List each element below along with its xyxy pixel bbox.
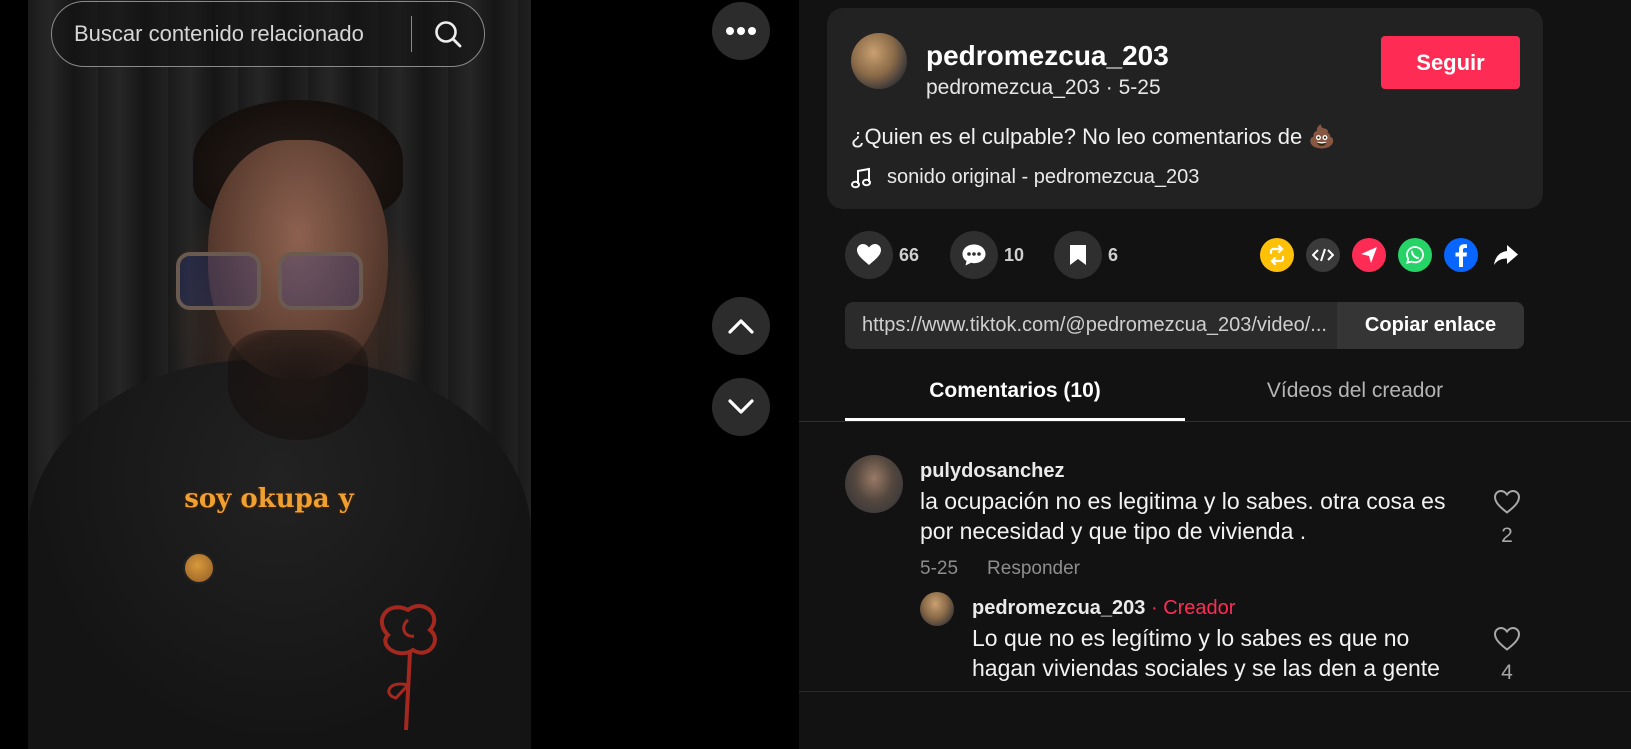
share-arrow-icon[interactable] — [1489, 238, 1523, 272]
tab-comments[interactable]: Comentarios (10) — [845, 365, 1185, 421]
save-button[interactable] — [1054, 231, 1102, 279]
search-bar — [51, 1, 485, 67]
details-panel: pedromezcua_203 pedromezcua_203 · 5-25 S… — [799, 0, 1631, 749]
avatar[interactable] — [920, 592, 954, 626]
music-title: sonido original - pedromezcua_203 — [887, 166, 1200, 188]
search-input[interactable] — [52, 2, 411, 66]
like-count: 66 — [899, 244, 920, 265]
creator-avatar[interactable] — [851, 33, 907, 89]
previous-video-button[interactable] — [712, 297, 770, 355]
comment-text-line: por necesidad y que tipo de vivienda . — [920, 518, 1307, 544]
video-caption-text: soy okupa y — [184, 484, 354, 514]
next-video-button[interactable] — [712, 378, 770, 436]
save-count: 6 — [1108, 244, 1119, 265]
creator-username[interactable]: pedromezcua_203 — [926, 40, 1169, 72]
share-link-row: https://www.tiktok.com/@pedromezcua_203/… — [845, 302, 1524, 349]
reply-button[interactable]: Responder — [987, 558, 1080, 580]
heart-outline-icon — [1493, 489, 1521, 514]
panel-tabs: Comentarios (10) Vídeos del creador — [799, 365, 1631, 422]
comment-meta: 5-25 Responder — [920, 558, 1080, 580]
repost-icon[interactable] — [1260, 238, 1294, 272]
chevron-up-icon — [728, 319, 754, 334]
video-frame[interactable]: soy okupa y — [28, 0, 531, 749]
comment-like-count: 4 — [1501, 661, 1513, 684]
like-button[interactable] — [845, 231, 893, 279]
heart-icon — [857, 244, 881, 265]
post-description: ¿Quien es el culpable? No leo comentario… — [851, 124, 1336, 149]
video-person-glasses-left — [176, 252, 261, 310]
comment-username[interactable]: pulydosanchez — [920, 460, 1064, 483]
video-person-glasses-right — [278, 252, 363, 310]
search-icon — [435, 21, 462, 48]
creator-card: pedromezcua_203 pedromezcua_203 · 5-25 S… — [827, 8, 1543, 209]
comment-text-line: Lo que no es legítimo y lo sabes es que … — [972, 625, 1410, 651]
copy-link-button[interactable]: Copiar enlace — [1337, 302, 1524, 349]
comment-like-button[interactable]: 4 — [1487, 626, 1527, 685]
share-link-url[interactable]: https://www.tiktok.com/@pedromezcua_203/… — [845, 302, 1337, 349]
comment-input-bar — [799, 691, 1631, 749]
bookmark-icon — [1070, 245, 1086, 265]
comment-text-line: la ocupación no es legitima y lo sabes. … — [920, 488, 1446, 514]
comment-text-line: hagan viviendas sociales y se las den a … — [972, 655, 1440, 681]
comment-bubble-icon — [962, 244, 986, 266]
facebook-icon[interactable] — [1444, 238, 1478, 272]
comment-text: la ocupación no es legitima y lo sabes. … — [920, 486, 1445, 546]
comment-button[interactable] — [950, 231, 998, 279]
creator-tag: · Creador — [1150, 597, 1236, 619]
video-emoji-pin — [183, 552, 215, 584]
comment-date: 5-25 — [920, 558, 959, 579]
creator-meta: pedromezcua_203 · 5-25 — [926, 76, 1161, 99]
music-link[interactable]: sonido original - pedromezcua_203 — [851, 166, 1199, 189]
comment-like-button[interactable]: 2 — [1487, 489, 1527, 548]
avatar[interactable] — [845, 455, 903, 513]
whatsapp-icon[interactable] — [1398, 238, 1432, 272]
like-action: 66 — [845, 231, 919, 279]
embed-icon[interactable] — [1306, 238, 1340, 272]
action-bar: 66 10 6 — [845, 231, 1525, 279]
comment-count: 10 — [1004, 244, 1025, 265]
reply-username[interactable]: pedromezcua_203 — [972, 597, 1145, 619]
comment-like-count: 2 — [1501, 524, 1513, 547]
comment-username: pedromezcua_203 · Creador — [972, 597, 1235, 620]
music-note-icon — [851, 167, 877, 189]
comment-action: 10 — [950, 231, 1024, 279]
tab-creator-videos[interactable]: Vídeos del creador — [1185, 365, 1525, 421]
send-to-friends-icon[interactable] — [1352, 238, 1386, 272]
heart-outline-icon — [1493, 626, 1521, 651]
rose-print-icon — [380, 603, 437, 731]
search-button[interactable] — [412, 2, 484, 66]
save-action: 6 — [1054, 231, 1118, 279]
follow-button[interactable]: Seguir — [1381, 36, 1520, 89]
video-person-beard — [228, 330, 368, 440]
chevron-down-icon — [728, 399, 754, 414]
more-dots-icon — [726, 27, 756, 35]
more-options-button[interactable] — [712, 2, 770, 60]
comment-text: Lo que no es legítimo y lo sabes es que … — [972, 623, 1440, 683]
video-player-area: soy okupa y — [0, 0, 833, 749]
